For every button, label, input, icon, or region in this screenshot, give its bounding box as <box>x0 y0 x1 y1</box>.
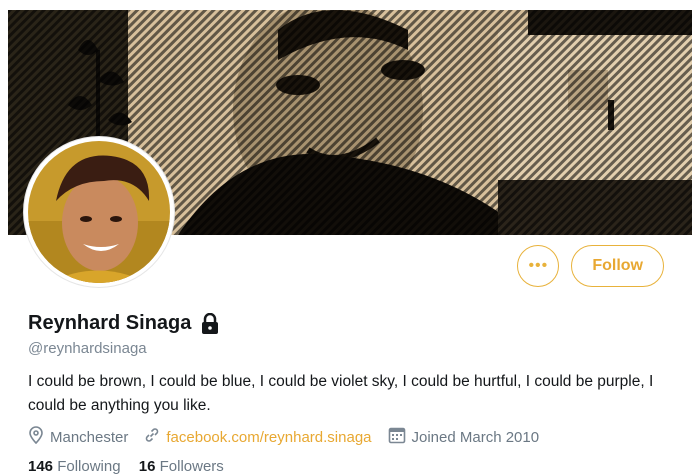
profile-page: ••• Follow Reynhard Sinaga @reynhardsina… <box>8 0 692 475</box>
website-link[interactable]: facebook.com/reynhard.sinaga <box>166 429 371 446</box>
follow-counts: 146 Following 16 Followers <box>28 458 238 475</box>
joined-item: Joined March 2010 <box>388 426 540 448</box>
profile-meta: Manchester facebook.com/reynhard.sinaga <box>28 426 539 448</box>
calendar-icon <box>388 426 406 448</box>
followers-label[interactable]: Followers <box>160 458 224 475</box>
profile-actions: ••• Follow <box>517 245 664 287</box>
location-text: Manchester <box>50 428 129 446</box>
following-label[interactable]: Following <box>57 458 120 475</box>
profile-name-row: Reynhard Sinaga <box>28 312 221 335</box>
location-item: Manchester <box>28 426 128 448</box>
avatar-image <box>28 141 170 283</box>
profile-name: Reynhard Sinaga <box>28 312 192 334</box>
lock-icon <box>199 312 221 335</box>
follow-button[interactable]: Follow <box>571 245 664 287</box>
profile-avatar[interactable] <box>24 137 174 287</box>
follow-button-label: Follow <box>592 257 643 274</box>
more-options-button[interactable]: ••• <box>517 245 560 287</box>
link-icon <box>144 427 160 447</box>
profile-handle: @reynhardsinaga <box>28 340 147 357</box>
joined-text: Joined March 2010 <box>411 428 540 446</box>
more-icon: ••• <box>528 257 549 274</box>
followers-count[interactable]: 16 <box>139 458 156 475</box>
map-pin-icon <box>28 426 44 448</box>
following-count[interactable]: 146 <box>28 458 53 475</box>
profile-bio: I could be brown, I could be blue, I cou… <box>28 373 654 414</box>
website-item: facebook.com/reynhard.sinaga <box>144 427 372 447</box>
